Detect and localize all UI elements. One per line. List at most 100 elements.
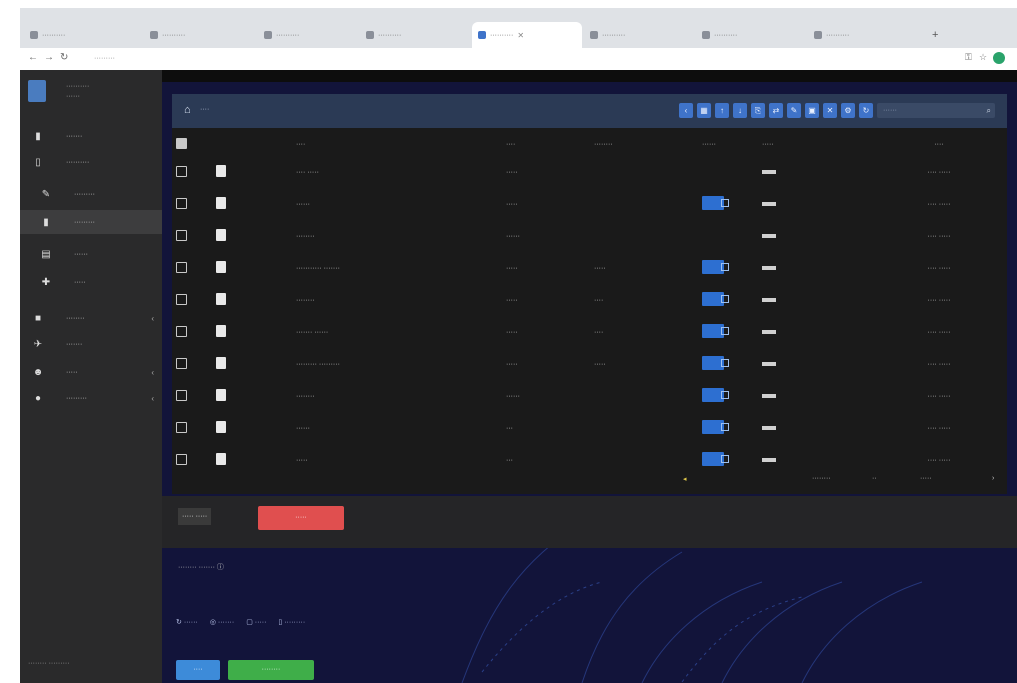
delete-button[interactable]: ····· <box>258 506 344 530</box>
action-link[interactable]: ◎ ······· <box>210 618 234 626</box>
toolbar-refresh-icon[interactable]: ↻ <box>859 103 873 118</box>
permissions-badge[interactable] <box>702 292 729 306</box>
permissions-badge[interactable] <box>702 324 729 338</box>
forward-icon[interactable]: → <box>44 52 54 63</box>
column-header[interactable]: ········ <box>590 132 698 156</box>
file-name[interactable]: ···· ····· <box>292 156 502 188</box>
column-header[interactable]: ···· <box>292 132 502 156</box>
extension-icon[interactable] <box>993 52 1005 64</box>
sidebar-item-10[interactable]: ● ········· ‹ <box>20 386 162 410</box>
row-checkbox[interactable] <box>176 165 187 177</box>
permissions-badge[interactable] <box>702 356 729 370</box>
back-icon[interactable]: ← <box>28 52 38 63</box>
permissions-badge[interactable] <box>702 452 729 466</box>
file-name[interactable]: ······· ······ <box>292 316 502 348</box>
permissions-badge[interactable] <box>702 196 729 210</box>
row-checkbox[interactable] <box>176 357 187 369</box>
row-checkbox-cell[interactable] <box>172 316 212 348</box>
permissions-badge[interactable] <box>702 420 729 434</box>
row-checkbox[interactable] <box>176 421 187 433</box>
permissions-badge[interactable] <box>702 260 729 274</box>
sidebar-item-1[interactable]: ▮ ······· <box>20 124 162 148</box>
file-name[interactable]: ········ <box>292 284 502 316</box>
toolbar-edit-icon[interactable]: ✎ <box>787 103 801 118</box>
row-checkbox-cell[interactable] <box>172 348 212 380</box>
toolbar-download-icon[interactable]: ↓ <box>733 103 747 118</box>
footer-success-button[interactable]: ········ <box>228 660 314 680</box>
sidebar-item-9[interactable]: ☻ ····· ‹ <box>20 360 162 384</box>
table-row[interactable]: ······ ··· ···· ····· <box>172 412 1007 444</box>
tab-5-active[interactable]: ·········· ✕ <box>472 22 582 48</box>
permissions-badge[interactable] <box>702 388 729 402</box>
table-row[interactable]: ········ ····· ···· ···· ····· <box>172 284 1007 316</box>
table-row[interactable]: ········ ······ ···· ····· <box>172 380 1007 412</box>
toolbar-trash-icon[interactable]: ✕ <box>823 103 837 118</box>
file-name[interactable]: ········ <box>292 380 502 412</box>
tab-4[interactable]: ·········· <box>360 24 470 46</box>
pager-pages[interactable]: ····· <box>920 475 932 482</box>
column-header[interactable]: ···· <box>502 132 590 156</box>
file-name[interactable]: ········ <box>292 220 502 252</box>
row-checkbox-cell[interactable] <box>172 380 212 412</box>
tab-7[interactable]: ·········· <box>696 24 806 46</box>
sidebar-item-7[interactable]: ■ ········ ‹ <box>20 306 162 330</box>
row-checkbox[interactable] <box>176 197 187 209</box>
toolbar-archive-icon[interactable]: ▣ <box>805 103 819 118</box>
row-checkbox-cell[interactable] <box>172 284 212 316</box>
sidebar-item-3[interactable]: ✎ ········· <box>20 182 162 206</box>
table-row[interactable]: ···· ····· ····· ···· ····· <box>172 156 1007 188</box>
row-checkbox-cell[interactable] <box>172 252 212 284</box>
toolbar-copy-icon[interactable]: ⎘ <box>751 103 765 118</box>
key-icon[interactable]: ⚿ <box>965 52 972 63</box>
toolbar-grid-icon[interactable]: ▦ <box>697 103 711 118</box>
row-checkbox[interactable] <box>176 261 187 273</box>
next-page-icon[interactable]: › <box>992 475 994 482</box>
sidebar-item-5[interactable]: ▤ ······ <box>20 242 162 266</box>
sidebar-item-2[interactable]: ▯ ·········· <box>20 150 162 174</box>
table-row[interactable]: ········· ········· ····· ····· ···· ····· <box>172 348 1007 380</box>
tab-6[interactable]: ·········· <box>584 24 694 46</box>
home-icon[interactable]: ⌂ <box>184 104 191 116</box>
column-header[interactable]: ······ <box>698 132 758 156</box>
sidebar-item-8[interactable]: ✈ ······· <box>20 332 162 356</box>
file-name[interactable]: ······ <box>292 412 502 444</box>
breadcrumb[interactable]: ···· <box>200 106 209 113</box>
row-checkbox[interactable] <box>176 325 187 337</box>
file-name[interactable]: ······ <box>292 188 502 220</box>
file-name[interactable]: ··········· ······· <box>292 252 502 284</box>
tab-1[interactable]: ·········· <box>24 24 142 46</box>
tab-8[interactable]: ·········· <box>808 24 920 46</box>
column-header[interactable]: ····· <box>758 132 868 156</box>
table-row[interactable]: ······· ······ ····· ···· ···· ····· <box>172 316 1007 348</box>
toolbar-back-icon[interactable]: ‹ <box>679 103 693 118</box>
row-checkbox-cell[interactable] <box>172 156 212 188</box>
row-checkbox[interactable] <box>176 389 187 401</box>
file-name[interactable]: ········· ········· <box>292 348 502 380</box>
column-header[interactable] <box>212 132 292 156</box>
select-all-checkbox[interactable] <box>172 132 212 156</box>
row-checkbox-cell[interactable] <box>172 412 212 444</box>
info-icon[interactable]: ⓘ <box>217 564 224 571</box>
sidebar-item-6[interactable]: ✚ ····· <box>20 270 162 294</box>
toolbar-upload-icon[interactable]: ↑ <box>715 103 729 118</box>
table-row[interactable]: ······ ····· ···· ····· <box>172 188 1007 220</box>
tab-3[interactable]: ·········· <box>258 24 358 46</box>
row-checkbox[interactable] <box>176 453 187 465</box>
per-page-select[interactable]: ·· <box>872 475 877 482</box>
search-input[interactable]: ······ ⌕ <box>877 103 995 118</box>
table-row[interactable]: ··········· ······· ····· ····· ···· ····· <box>172 252 1007 284</box>
toolbar-settings-icon[interactable]: ⚙ <box>841 103 855 118</box>
close-tab-icon[interactable]: ✕ <box>517 31 524 40</box>
row-checkbox-cell[interactable] <box>172 188 212 220</box>
sidebar-item-4-active[interactable]: ▮ ········· <box>20 210 162 234</box>
url-field[interactable]: ········· <box>86 52 914 66</box>
toolbar-move-icon[interactable]: ⇄ <box>769 103 783 118</box>
action-link[interactable]: ▢ ····· <box>246 618 266 626</box>
row-checkbox[interactable] <box>176 229 187 241</box>
scroll-arrow-icon[interactable]: ◂ <box>683 475 687 483</box>
new-tab-button[interactable]: + <box>926 24 946 46</box>
tab-2[interactable]: ·········· <box>144 24 256 46</box>
star-icon[interactable]: ☆ <box>979 52 987 63</box>
footer-primary-button[interactable]: ···· <box>176 660 220 680</box>
reload-icon[interactable]: ↻ <box>60 52 68 63</box>
